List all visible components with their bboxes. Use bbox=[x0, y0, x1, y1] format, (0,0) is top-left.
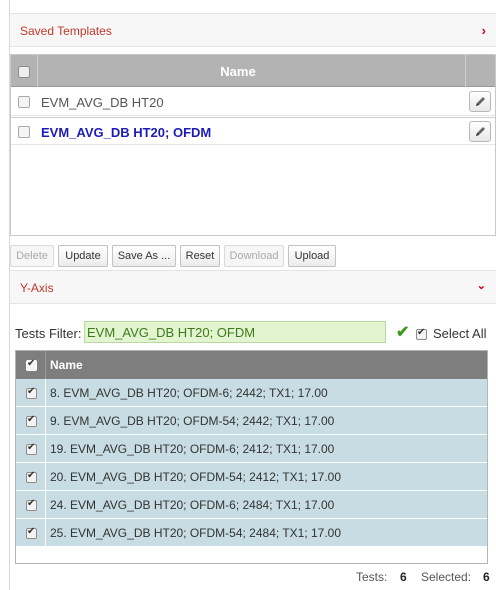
header-divider bbox=[45, 351, 46, 379]
y-axis-header[interactable]: Y-Axis ⌄ bbox=[10, 270, 496, 304]
checkmark-icon[interactable]: ✔ bbox=[396, 322, 409, 342]
update-button[interactable]: Update bbox=[58, 245, 108, 267]
template-row[interactable]: EVM_AVG_DB HT20 bbox=[11, 88, 495, 116]
test-row-checkbox[interactable] bbox=[26, 526, 37, 539]
tests-count-label: Tests: bbox=[356, 570, 388, 584]
test-row[interactable]: 19. EVM_AVG_DB HT20; OFDM-6; 2412; TX1; … bbox=[16, 435, 487, 463]
upload-button[interactable]: Upload bbox=[288, 245, 336, 267]
test-row-checkbox[interactable] bbox=[26, 414, 37, 427]
saved-templates-header[interactable]: Saved Templates › bbox=[10, 13, 496, 47]
test-name: 9. EVM_AVG_DB HT20; OFDM-54; 2442; TX1; … bbox=[50, 414, 335, 428]
tests-table-header: Name bbox=[16, 351, 487, 379]
saved-templates-title: Saved Templates bbox=[20, 24, 112, 38]
select-all-label[interactable]: Select All bbox=[433, 326, 486, 341]
tests-table: Name 8. EVM_AVG_DB HT20; OFDM-6; 2442; T… bbox=[15, 350, 488, 564]
selected-count-value: 6 bbox=[483, 570, 490, 584]
saved-templates-table: Name EVM_AVG_DB HT20 EVM_AVG_DB HT20; OF… bbox=[10, 54, 496, 236]
reset-button[interactable]: Reset bbox=[180, 245, 220, 267]
tests-header-checkbox[interactable] bbox=[26, 358, 37, 371]
test-name: 24. EVM_AVG_DB HT20; OFDM-6; 2484; TX1; … bbox=[50, 498, 335, 512]
edit-template-button[interactable] bbox=[469, 91, 491, 112]
template-name[interactable]: EVM_AVG_DB HT20; OFDM bbox=[41, 125, 211, 140]
selected-count-label: Selected: bbox=[421, 570, 472, 584]
delete-button[interactable]: Delete bbox=[10, 245, 54, 267]
chevron-right-icon[interactable]: › bbox=[482, 23, 486, 38]
y-axis-title: Y-Axis bbox=[20, 281, 54, 295]
row-divider bbox=[45, 463, 46, 491]
edit-template-button[interactable] bbox=[469, 121, 491, 142]
pencil-icon bbox=[476, 127, 485, 136]
test-row-checkbox[interactable] bbox=[26, 442, 37, 455]
pencil-icon bbox=[476, 97, 485, 106]
template-name[interactable]: EVM_AVG_DB HT20 bbox=[41, 95, 164, 110]
download-button[interactable]: Download bbox=[224, 245, 284, 267]
save-as-button[interactable]: Save As ... bbox=[112, 245, 176, 267]
row-divider bbox=[45, 491, 46, 519]
row-divider bbox=[45, 519, 46, 547]
row-divider bbox=[45, 407, 46, 435]
tests-count-value: 6 bbox=[400, 570, 407, 584]
test-row-checkbox[interactable] bbox=[26, 470, 37, 483]
templates-table-header: Name bbox=[11, 55, 495, 87]
test-row[interactable]: 24. EVM_AVG_DB HT20; OFDM-6; 2484; TX1; … bbox=[16, 491, 487, 519]
template-row-checkbox[interactable] bbox=[18, 126, 30, 138]
chevron-down-icon[interactable]: ⌄ bbox=[477, 279, 486, 292]
test-row-checkbox[interactable] bbox=[26, 386, 37, 399]
test-row[interactable]: 25. EVM_AVG_DB HT20; OFDM-54; 2484; TX1;… bbox=[16, 519, 487, 547]
row-divider bbox=[45, 379, 46, 407]
test-name: 8. EVM_AVG_DB HT20; OFDM-6; 2442; TX1; 1… bbox=[50, 386, 328, 400]
templates-name-column-header: Name bbox=[220, 64, 256, 79]
header-divider bbox=[465, 55, 466, 87]
template-row[interactable]: EVM_AVG_DB HT20; OFDM bbox=[11, 117, 495, 145]
row-divider bbox=[45, 435, 46, 463]
test-name: 19. EVM_AVG_DB HT20; OFDM-6; 2412; TX1; … bbox=[50, 442, 335, 456]
select-all-checkbox[interactable] bbox=[416, 327, 427, 340]
test-row-checkbox[interactable] bbox=[26, 498, 37, 511]
test-row[interactable]: 9. EVM_AVG_DB HT20; OFDM-54; 2442; TX1; … bbox=[16, 407, 487, 435]
test-name: 25. EVM_AVG_DB HT20; OFDM-54; 2484; TX1;… bbox=[50, 526, 342, 540]
test-name: 20. EVM_AVG_DB HT20; OFDM-54; 2412; TX1;… bbox=[50, 470, 342, 484]
tests-filter-label: Tests Filter: bbox=[15, 326, 82, 341]
tests-name-column-header: Name bbox=[50, 358, 83, 372]
test-row[interactable]: 8. EVM_AVG_DB HT20; OFDM-6; 2442; TX1; 1… bbox=[16, 379, 487, 407]
tests-filter-input[interactable] bbox=[84, 321, 386, 343]
test-row[interactable]: 20. EVM_AVG_DB HT20; OFDM-54; 2412; TX1;… bbox=[16, 463, 487, 491]
template-row-checkbox[interactable] bbox=[18, 96, 30, 108]
